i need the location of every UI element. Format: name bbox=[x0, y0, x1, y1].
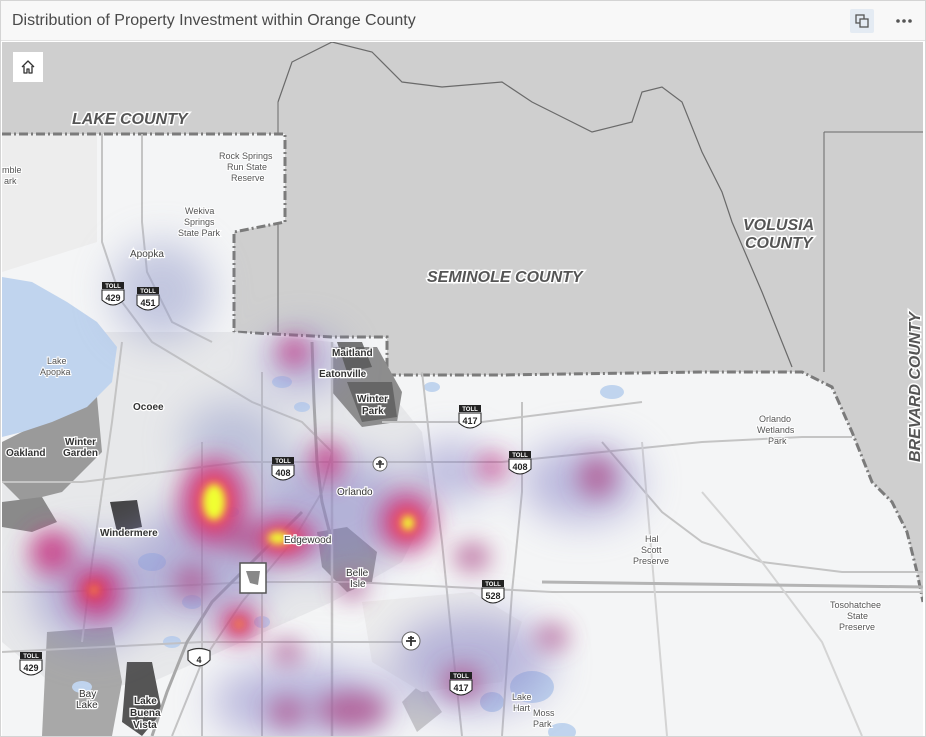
feature-edge-2: ark bbox=[4, 176, 17, 186]
place-winter-park-2: Park bbox=[362, 406, 384, 417]
more-options-icon bbox=[896, 19, 912, 23]
lake bbox=[600, 385, 624, 399]
place-eatonville: Eatonville bbox=[319, 369, 367, 380]
toll-429-south-shield-icon: TOLL 429 bbox=[19, 652, 43, 676]
feature-rock-springs-3: Reserve bbox=[231, 173, 265, 183]
feature-wekiva-1: Wekiva bbox=[185, 206, 214, 216]
svg-text:TOLL: TOLL bbox=[512, 453, 528, 459]
svg-text:TOLL: TOLL bbox=[485, 582, 501, 588]
brevard-county-label: BREVARD COUNTY bbox=[907, 311, 923, 462]
feature-lake-hart-2: Hart bbox=[513, 703, 531, 713]
volusia-county-label-1: VOLUSIA bbox=[743, 217, 814, 234]
svg-text:429: 429 bbox=[105, 293, 120, 303]
lake-county-label: LAKE COUNTY bbox=[72, 111, 189, 128]
feature-orlando-wetlands-2: Wetlands bbox=[757, 425, 795, 435]
maximize-button[interactable] bbox=[850, 9, 874, 33]
svg-text:TOLL: TOLL bbox=[140, 289, 156, 295]
feature-moss-park-2: Park bbox=[533, 719, 552, 729]
map-canvas[interactable]: LAKE COUNTY SEMINOLE COUNTY VOLUSIA COUN… bbox=[2, 42, 923, 736]
interstate-4-shield-icon: 4 bbox=[187, 647, 211, 667]
place-orlando: Orlando bbox=[337, 487, 373, 498]
place-windermere: Windermere bbox=[100, 528, 158, 539]
svg-text:429: 429 bbox=[23, 663, 38, 673]
feature-orlando-wetlands-3: Park bbox=[768, 436, 787, 446]
feature-wekiva-3: State Park bbox=[178, 228, 221, 238]
feature-lake-hart-1: Lake bbox=[512, 692, 532, 702]
svg-text:417: 417 bbox=[462, 416, 477, 426]
seminole-county-label: SEMINOLE COUNTY bbox=[427, 269, 584, 286]
maximize-icon bbox=[855, 14, 869, 28]
feature-lake-apopka-2: Apopka bbox=[40, 367, 71, 377]
place-bay-lake-1: Bay bbox=[79, 689, 96, 700]
turnpike-shield-icon bbox=[239, 562, 267, 594]
feature-tosohatchee-2: State bbox=[847, 611, 868, 621]
feature-tosohatchee-3: Preserve bbox=[839, 622, 875, 632]
feature-rock-springs-2: Run State bbox=[227, 162, 267, 172]
feature-edge-1: mble bbox=[2, 165, 22, 175]
place-maitland: Maitland bbox=[332, 348, 373, 359]
feature-hal-scott-1: Hal bbox=[645, 534, 659, 544]
svg-text:TOLL: TOLL bbox=[23, 654, 39, 660]
svg-text:4: 4 bbox=[196, 655, 201, 665]
svg-text:408: 408 bbox=[275, 468, 290, 478]
feature-wekiva-2: Springs bbox=[184, 217, 215, 227]
place-belle-isle-2: Isle bbox=[350, 579, 366, 590]
feature-lake-apopka-1: Lake bbox=[47, 356, 67, 366]
feature-tosohatchee-1: Tosohatchee bbox=[830, 600, 881, 610]
svg-text:TOLL: TOLL bbox=[453, 674, 469, 680]
place-belle-isle-1: Belle bbox=[346, 568, 369, 579]
airport-icon bbox=[372, 456, 388, 472]
airport-icon bbox=[401, 631, 421, 651]
place-lake-buena-vista-1: Lake bbox=[134, 696, 157, 707]
toll-417-south-shield-icon: TOLL 417 bbox=[449, 672, 473, 696]
place-oakland: Oakland bbox=[6, 448, 45, 459]
lake bbox=[294, 402, 310, 412]
svg-text:TOLL: TOLL bbox=[462, 407, 478, 413]
svg-text:TOLL: TOLL bbox=[275, 459, 291, 465]
feature-moss-park-1: Moss bbox=[533, 708, 555, 718]
lake bbox=[163, 636, 181, 648]
place-lake-buena-vista-2: Buena bbox=[130, 708, 161, 719]
place-winter-park-1: Winter bbox=[357, 394, 388, 405]
card-header: Distribution of Property Investment with… bbox=[1, 1, 925, 41]
toll-408-east-shield-icon: TOLL 408 bbox=[508, 451, 532, 475]
place-lake-buena-vista-3: Vista bbox=[133, 720, 157, 731]
place-winter-garden-2: Garden bbox=[63, 448, 98, 459]
toll-528-shield-icon: TOLL 528 bbox=[481, 580, 505, 604]
svg-text:417: 417 bbox=[453, 683, 468, 693]
place-ocoee: Ocoee bbox=[133, 402, 164, 413]
home-icon bbox=[21, 60, 35, 74]
card-title: Distribution of Property Investment with… bbox=[12, 12, 416, 29]
toll-429-shield-icon: TOLL 429 bbox=[101, 282, 125, 306]
volusia-county-label-2: COUNTY bbox=[745, 235, 814, 252]
place-edgewood: Edgewood bbox=[284, 535, 331, 546]
feature-orlando-wetlands-1: Orlando bbox=[759, 414, 791, 424]
place-winter-garden-1: Winter bbox=[65, 437, 96, 448]
svg-text:451: 451 bbox=[140, 298, 155, 308]
home-button[interactable] bbox=[12, 51, 44, 83]
place-bay-lake-2: Lake bbox=[76, 700, 98, 711]
toll-408-shield-icon: TOLL 408 bbox=[271, 457, 295, 481]
lake bbox=[424, 382, 440, 392]
feature-hal-scott-2: Scott bbox=[641, 545, 662, 555]
svg-text:408: 408 bbox=[512, 462, 527, 472]
svg-text:TOLL: TOLL bbox=[105, 284, 121, 290]
svg-text:528: 528 bbox=[485, 591, 500, 601]
more-options-button[interactable] bbox=[892, 9, 916, 33]
feature-rock-springs-1: Rock Springs bbox=[219, 151, 273, 161]
place-apopka: Apopka bbox=[130, 249, 164, 260]
feature-hal-scott-3: Preserve bbox=[633, 556, 669, 566]
map-view[interactable]: LAKE COUNTY SEMINOLE COUNTY VOLUSIA COUN… bbox=[2, 42, 923, 736]
dashboard-card: Distribution of Property Investment with… bbox=[0, 0, 926, 737]
toll-451-shield-icon: TOLL 451 bbox=[136, 287, 160, 311]
toll-417-shield-icon: TOLL 417 bbox=[458, 405, 482, 429]
